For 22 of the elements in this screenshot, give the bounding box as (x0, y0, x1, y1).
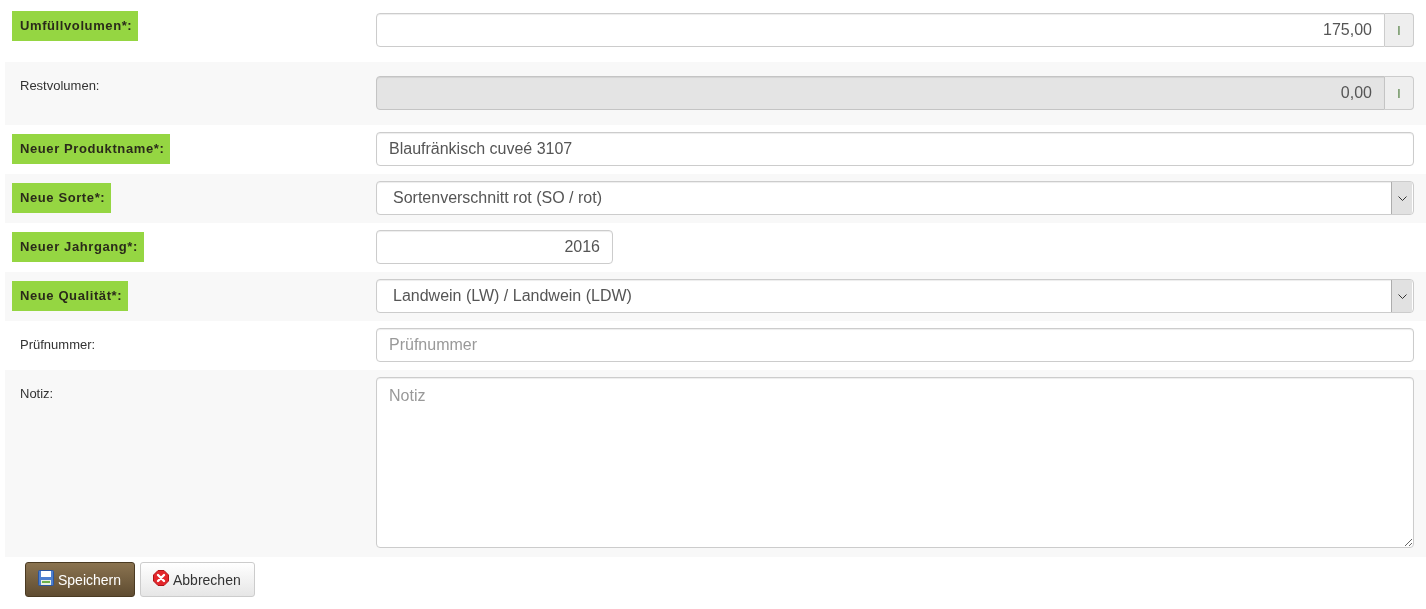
chevron-down-icon[interactable] (1391, 182, 1412, 214)
save-button[interactable]: Speichern (25, 562, 135, 597)
select-field[interactable]: Sortenverschnitt rot (SO / rot) (376, 181, 1414, 215)
close-icon (153, 569, 169, 586)
unit-label: l (1385, 76, 1414, 110)
field-label: Prüfnummer: (19, 336, 97, 354)
number-input[interactable]: 175,00 (376, 13, 1385, 47)
unit-label: l (1385, 13, 1414, 47)
field-label: Notiz: (19, 385, 55, 403)
field-label: Neue Sorte*: (12, 183, 112, 213)
text-input[interactable]: Blaufränkisch cuveé 3107 (376, 132, 1414, 166)
field-label: Neuer Produktname*: (12, 134, 171, 164)
field-label: Umfüllvolumen*: (12, 11, 139, 41)
chevron-down-icon[interactable] (1391, 280, 1412, 312)
cancel-button[interactable]: Abbrechen (140, 562, 255, 597)
field-label: Neuer Jahrgang*: (12, 232, 144, 262)
select-field[interactable]: Landwein (LW) / Landwein (LDW) (376, 279, 1414, 313)
note-textarea[interactable]: Notiz (376, 377, 1414, 548)
field-label: Neue Qualität*: (12, 281, 129, 311)
year-input[interactable]: 2016 (376, 230, 613, 264)
text-input[interactable]: Prüfnummer (376, 328, 1414, 362)
field-label: Restvolumen: (19, 77, 101, 95)
